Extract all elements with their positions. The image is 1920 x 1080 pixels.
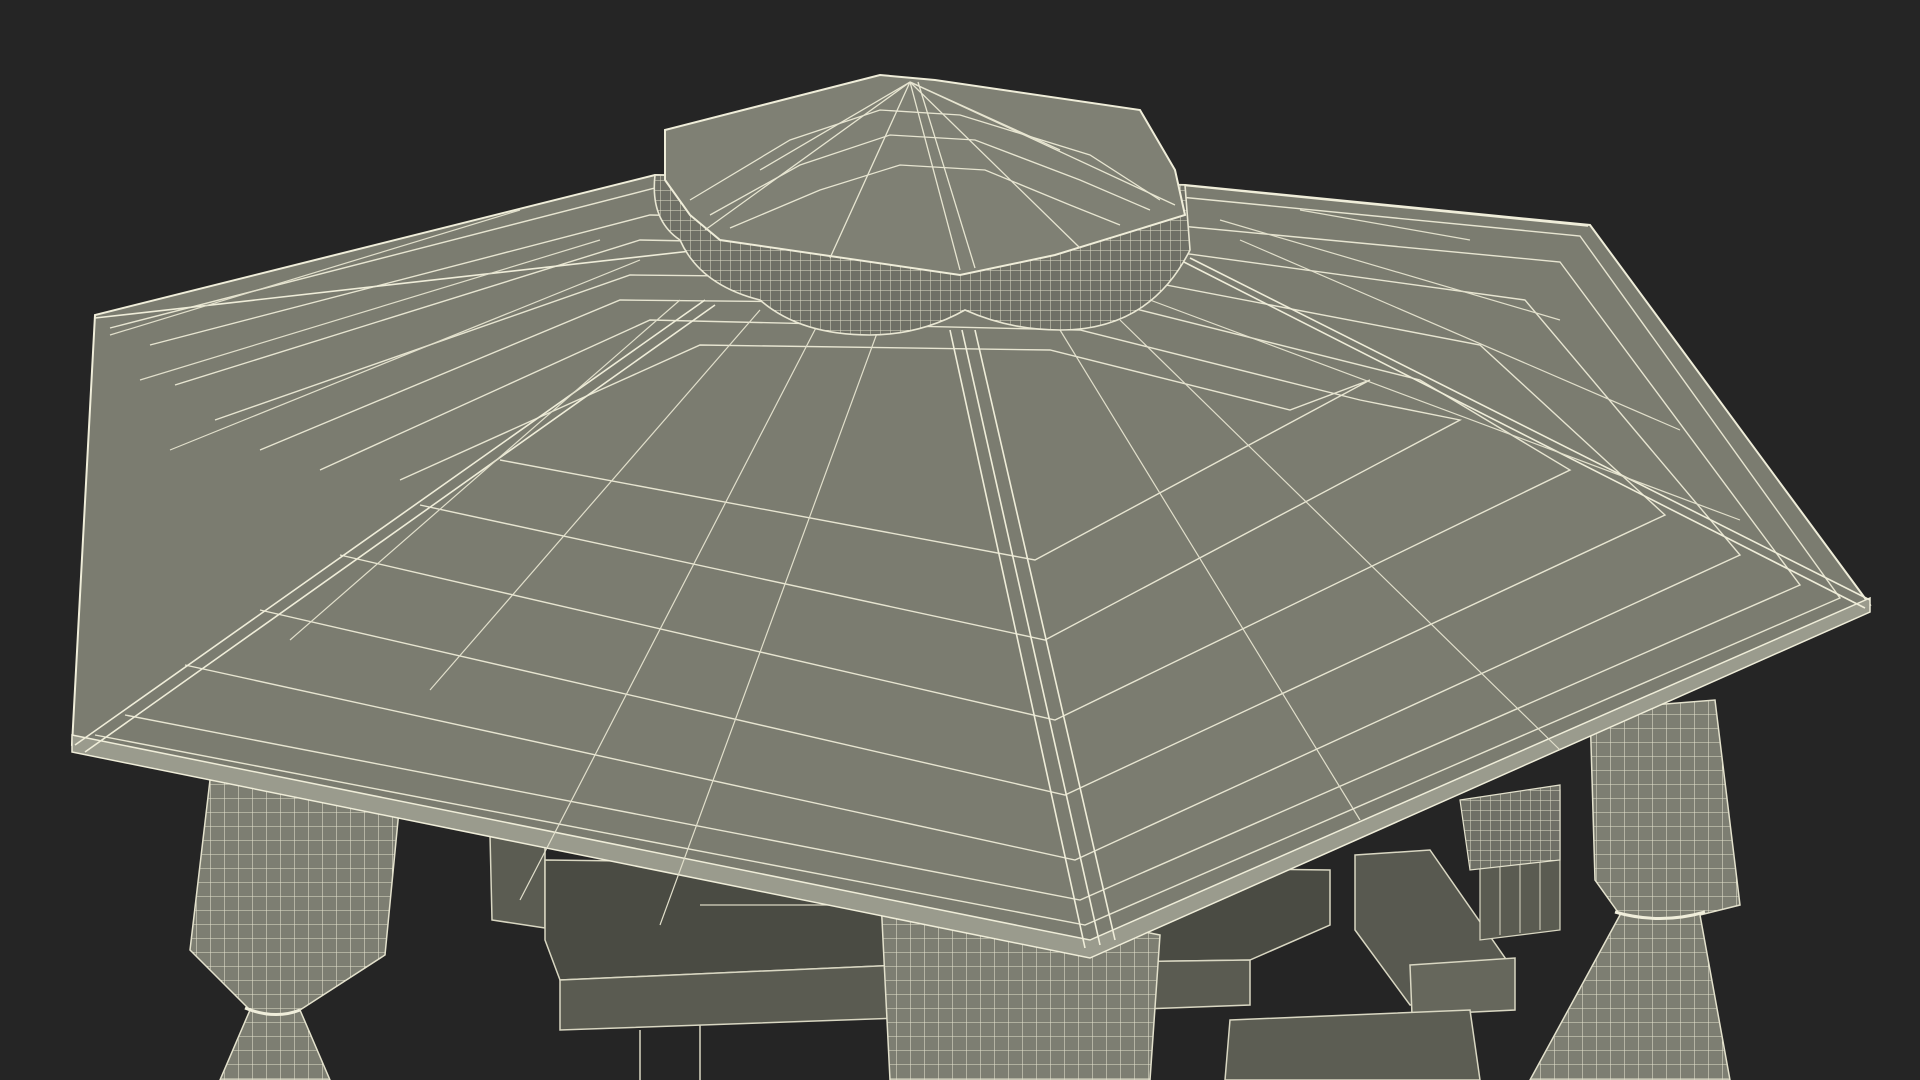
right-bench-seat [1409,957,1516,1016]
wireframe-render [0,0,1920,1080]
curtain-right-inner [1459,784,1561,871]
front-bench [1224,1009,1481,1080]
left-bench [489,834,546,929]
